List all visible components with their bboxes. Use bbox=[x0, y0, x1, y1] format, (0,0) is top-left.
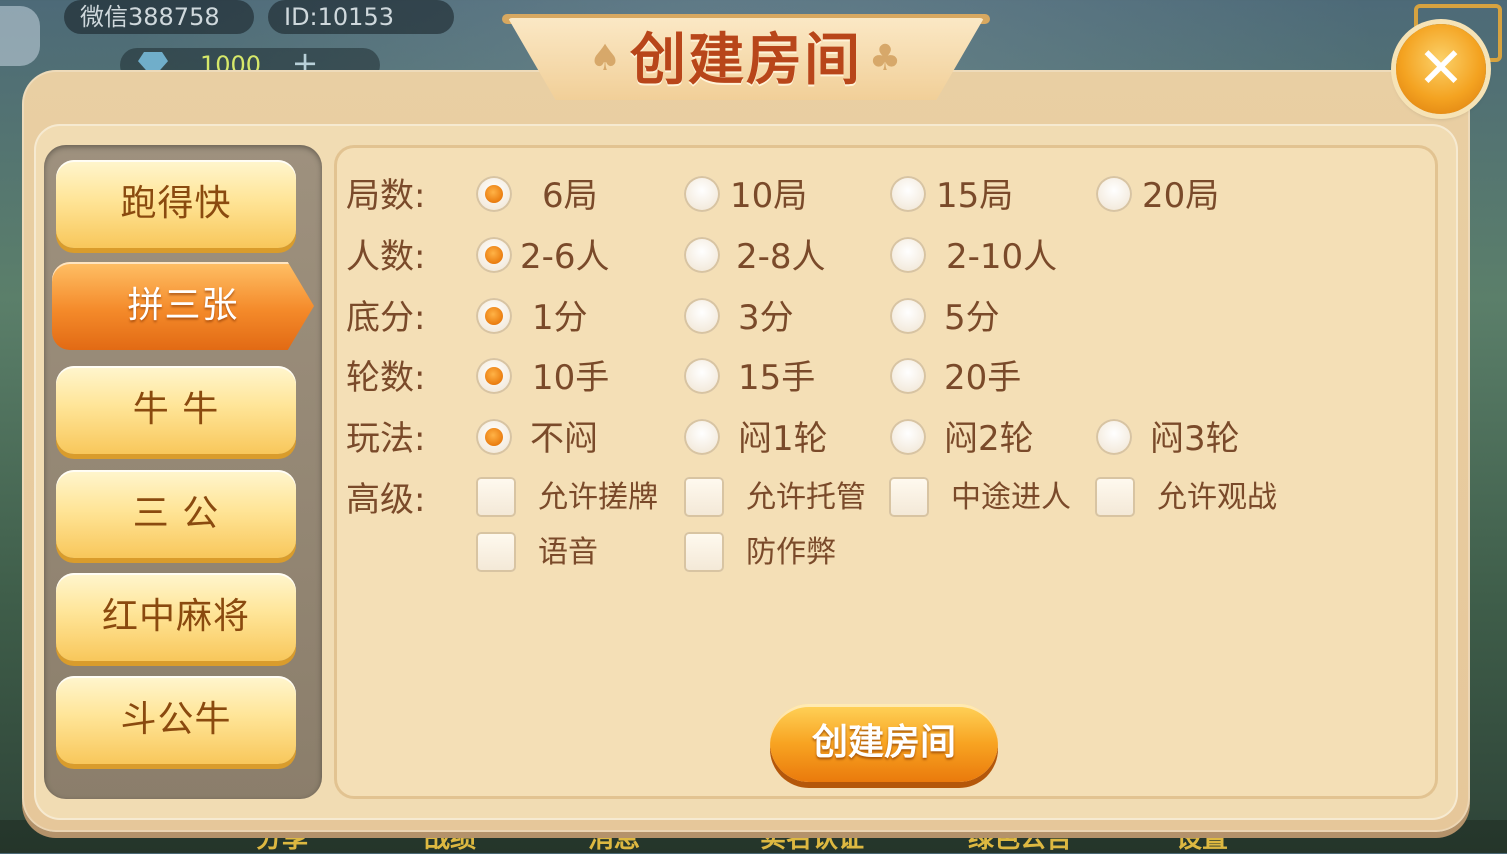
adv-allow-auto-play[interactable]: 允许托管 bbox=[684, 477, 874, 521]
checkbox-label: 允许托管 bbox=[746, 480, 866, 515]
option-label: 20手 bbox=[944, 358, 1022, 398]
checkbox-label: 中途进人 bbox=[951, 480, 1071, 515]
radio[interactable] bbox=[684, 298, 720, 334]
players-label: 人数: bbox=[346, 237, 426, 277]
radio[interactable] bbox=[890, 358, 926, 394]
option-label: 2-6人 bbox=[520, 237, 610, 277]
option-label: 2-8人 bbox=[736, 237, 826, 277]
radio[interactable] bbox=[890, 419, 926, 455]
checkbox-label: 允许观战 bbox=[1157, 480, 1277, 515]
radio[interactable] bbox=[684, 176, 720, 212]
advanced-label: 高级: bbox=[346, 480, 426, 520]
option-label: 闷2轮 bbox=[944, 419, 1034, 459]
turns-label: 轮数: bbox=[346, 358, 426, 398]
radio-checked[interactable] bbox=[476, 237, 512, 273]
radio[interactable] bbox=[684, 358, 720, 394]
option-label: 闷3轮 bbox=[1150, 419, 1240, 459]
adv-allow-spectate[interactable]: 允许观战 bbox=[1095, 477, 1285, 521]
radio-checked[interactable] bbox=[476, 419, 512, 455]
players-option-2-10[interactable]: 2-10人 bbox=[890, 235, 1070, 279]
checkbox-label: 防作弊 bbox=[746, 535, 836, 570]
play-option-bumen[interactable]: 不闷 bbox=[476, 417, 626, 461]
checkbox[interactable] bbox=[684, 532, 724, 572]
option-label: 10手 bbox=[532, 358, 610, 398]
close-button[interactable]: ✕ bbox=[1396, 24, 1486, 114]
game-tab-paodekuai[interactable]: 跑得快 bbox=[56, 160, 296, 248]
turns-option-20[interactable]: 20手 bbox=[890, 356, 1040, 400]
option-label: 6局 bbox=[542, 176, 598, 216]
checkbox[interactable] bbox=[889, 477, 929, 517]
option-label: 10局 bbox=[730, 176, 808, 216]
close-icon: ✕ bbox=[1417, 36, 1465, 101]
option-label: 15局 bbox=[936, 176, 1014, 216]
radio[interactable] bbox=[890, 176, 926, 212]
radio-checked[interactable] bbox=[476, 176, 512, 212]
game-tab-dougongniu[interactable]: 斗公牛 bbox=[56, 676, 296, 764]
play-option-men2[interactable]: 闷2轮 bbox=[890, 417, 1050, 461]
base-score-label: 底分: bbox=[346, 298, 426, 338]
option-label: 3分 bbox=[738, 298, 794, 338]
play-label: 玩法: bbox=[346, 419, 426, 459]
players-option-2-8[interactable]: 2-8人 bbox=[684, 235, 844, 279]
rounds-option-6[interactable]: 6局 bbox=[476, 174, 616, 218]
radio[interactable] bbox=[1096, 419, 1132, 455]
checkbox[interactable] bbox=[1095, 477, 1135, 517]
play-option-men1[interactable]: 闷1轮 bbox=[684, 417, 844, 461]
rounds-option-20[interactable]: 20局 bbox=[1096, 174, 1236, 218]
option-label: 15手 bbox=[738, 358, 816, 398]
adv-voice[interactable]: 语音 bbox=[476, 532, 626, 576]
rounds-label: 局数: bbox=[346, 176, 426, 216]
user-id-label: ID:10153 bbox=[268, 0, 454, 34]
players-option-2-6[interactable]: 2-6人 bbox=[476, 235, 636, 279]
option-label: 不闷 bbox=[530, 419, 598, 459]
game-tab-sangong[interactable]: 三 公 bbox=[56, 470, 296, 558]
game-tab-hongzhong-mahjong[interactable]: 红中麻将 bbox=[56, 573, 296, 661]
radio-checked[interactable] bbox=[476, 298, 512, 334]
turns-option-15[interactable]: 15手 bbox=[684, 356, 834, 400]
radio[interactable] bbox=[684, 237, 720, 273]
rounds-option-10[interactable]: 10局 bbox=[684, 174, 824, 218]
game-tab-pinsanzhang[interactable]: 拼三张 bbox=[52, 262, 314, 350]
option-label: 2-10人 bbox=[946, 237, 1058, 277]
checkbox[interactable] bbox=[476, 477, 516, 517]
adv-allow-rub-cards[interactable]: 允许搓牌 bbox=[476, 477, 666, 521]
radio[interactable] bbox=[890, 298, 926, 334]
base-score-option-3[interactable]: 3分 bbox=[684, 296, 824, 340]
option-label: 20局 bbox=[1142, 176, 1220, 216]
turns-option-10[interactable]: 10手 bbox=[476, 356, 626, 400]
option-label: 5分 bbox=[944, 298, 1000, 338]
create-room-button[interactable]: 创建房间 bbox=[770, 704, 998, 782]
radio[interactable] bbox=[684, 419, 720, 455]
game-tab-niuniu[interactable]: 牛 牛 bbox=[56, 366, 296, 454]
adv-join-midway[interactable]: 中途进人 bbox=[889, 477, 1079, 521]
radio[interactable] bbox=[1096, 176, 1132, 212]
wechat-label: 微信388758 bbox=[64, 0, 254, 34]
base-score-option-5[interactable]: 5分 bbox=[890, 296, 1030, 340]
checkbox-label: 允许搓牌 bbox=[538, 480, 658, 515]
radio-checked[interactable] bbox=[476, 358, 512, 394]
avatar bbox=[0, 6, 40, 66]
checkbox[interactable] bbox=[684, 477, 724, 517]
rounds-option-15[interactable]: 15局 bbox=[890, 174, 1030, 218]
adv-anti-cheat[interactable]: 防作弊 bbox=[684, 532, 854, 576]
play-option-men3[interactable]: 闷3轮 bbox=[1096, 417, 1256, 461]
checkbox[interactable] bbox=[476, 532, 516, 572]
radio[interactable] bbox=[890, 237, 926, 273]
dialog-title: 创建房间 bbox=[630, 28, 862, 93]
base-score-option-1[interactable]: 1分 bbox=[476, 296, 616, 340]
option-label: 闷1轮 bbox=[738, 419, 828, 459]
checkbox-label: 语音 bbox=[538, 535, 598, 570]
option-label: 1分 bbox=[532, 298, 588, 338]
